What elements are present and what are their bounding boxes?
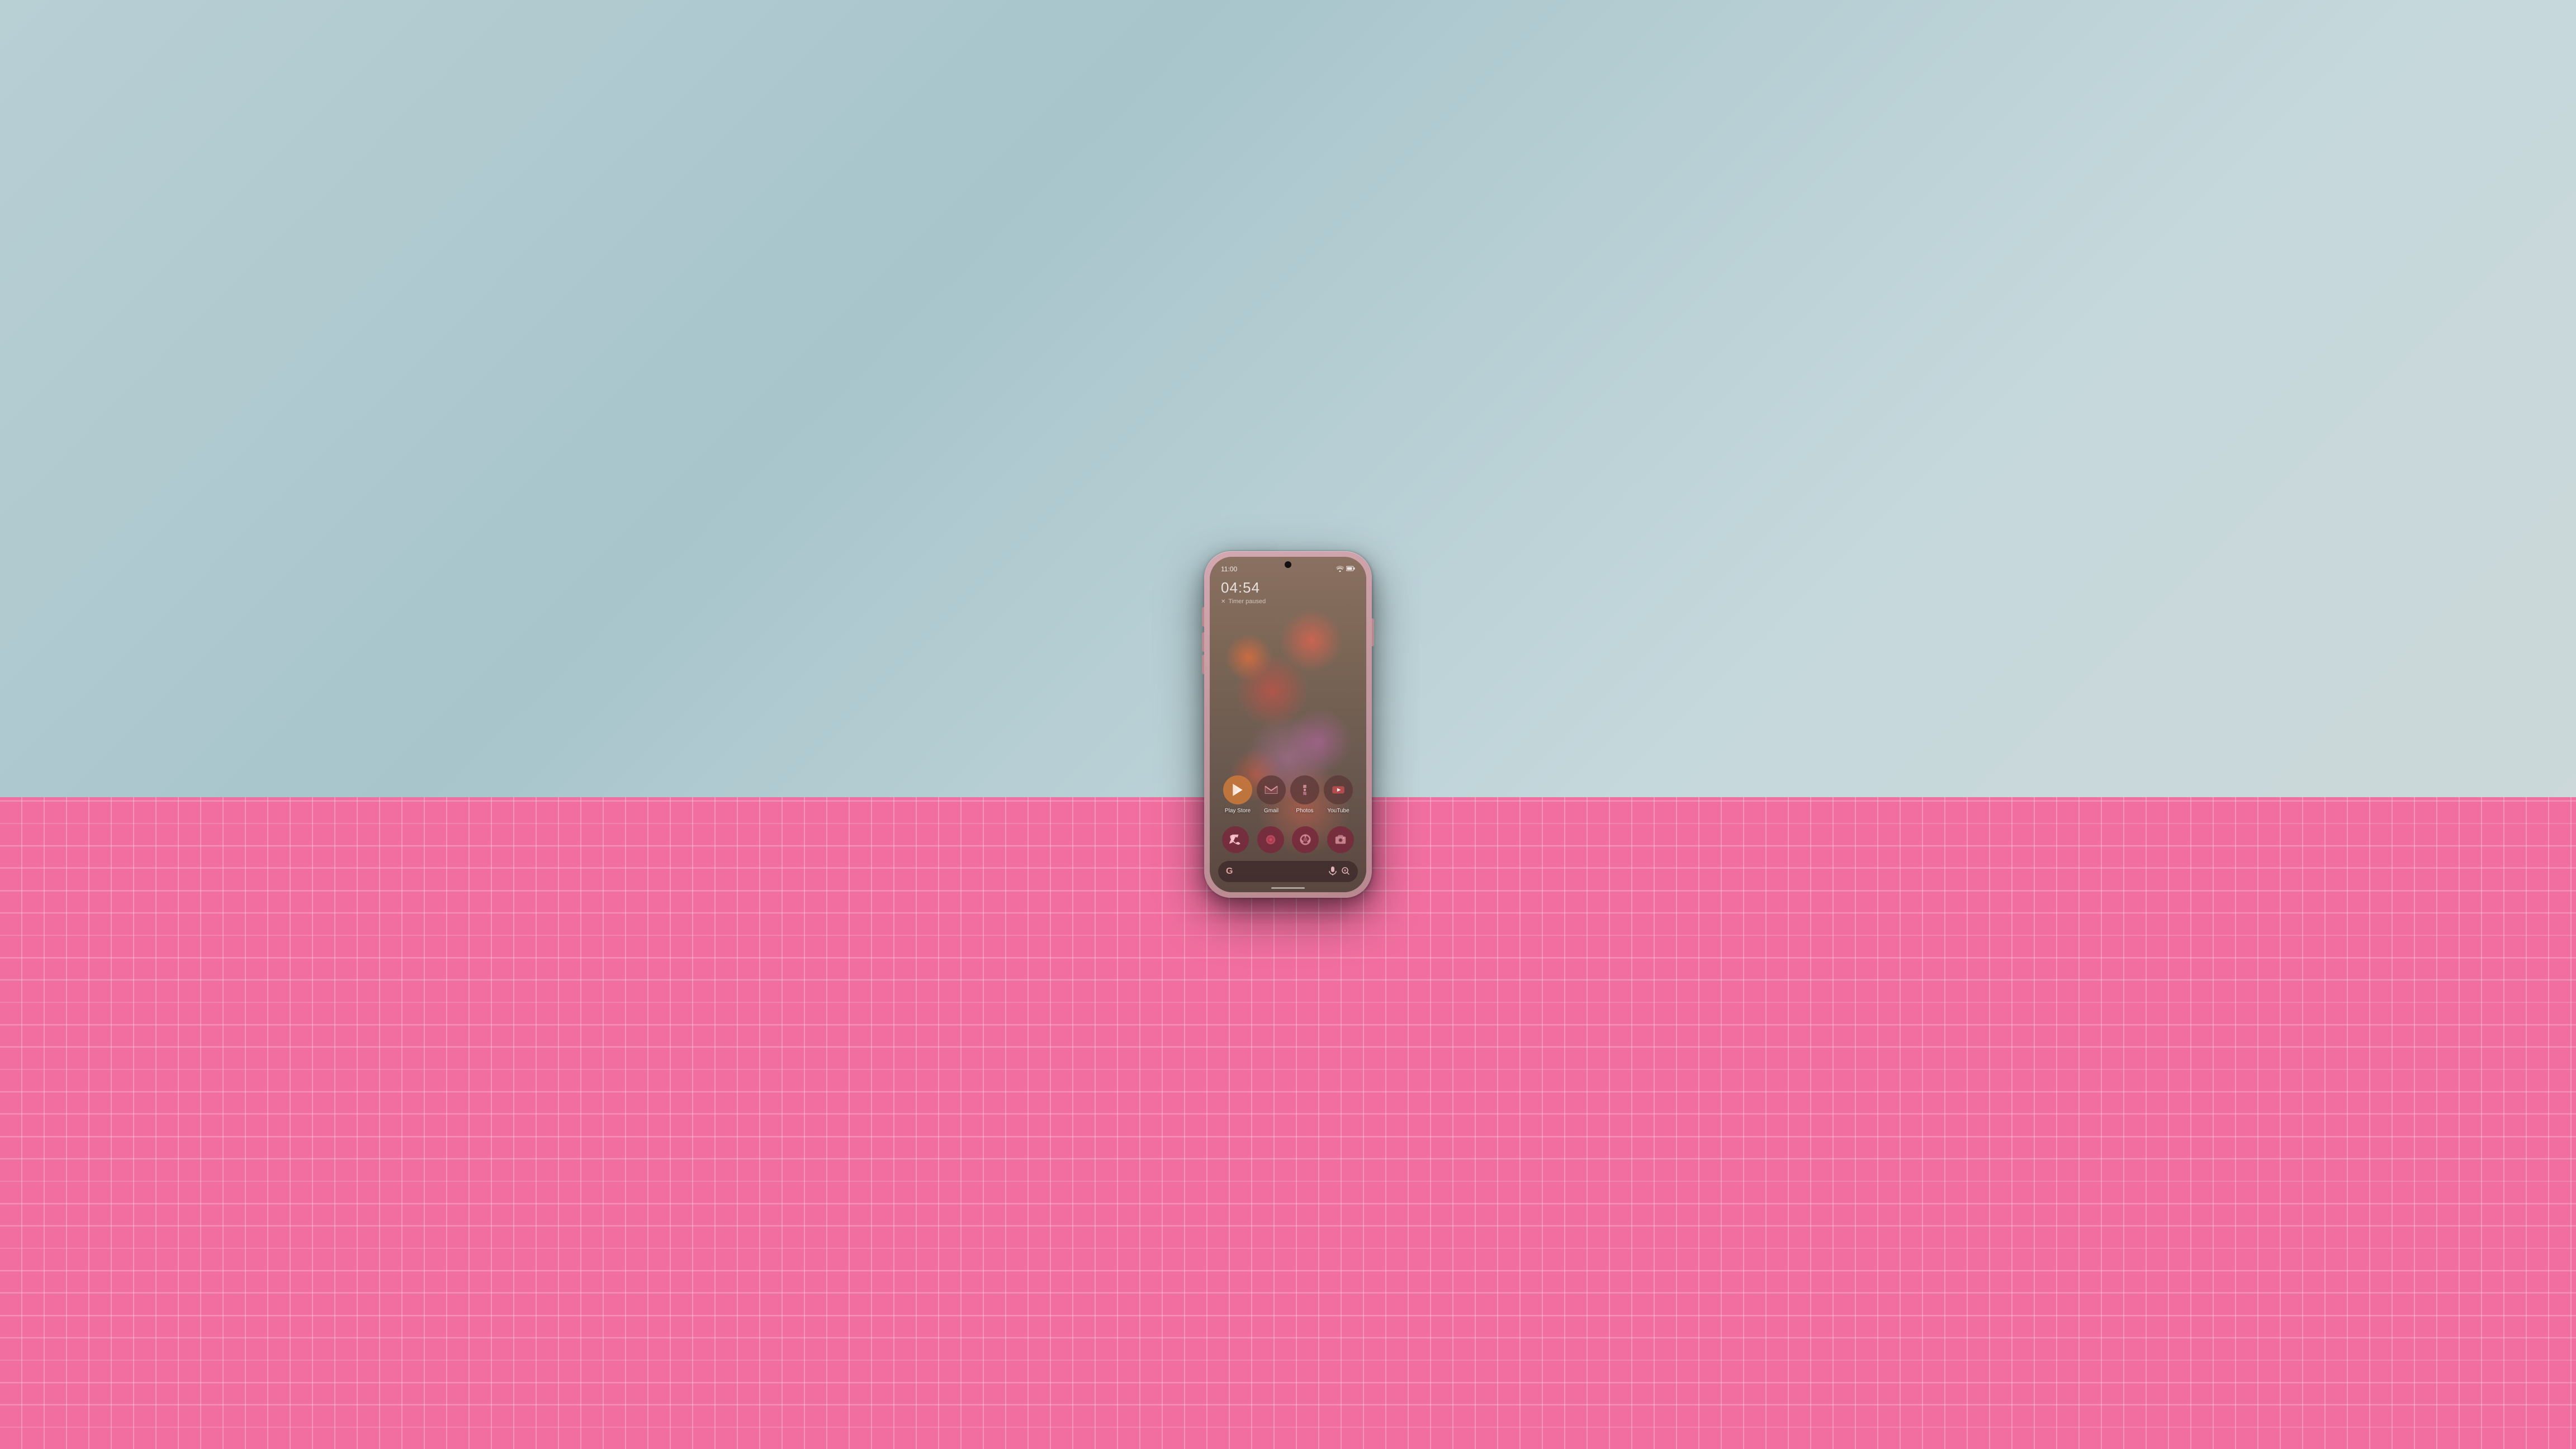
play-store-icon-circle[interactable] (1223, 775, 1252, 804)
google-g-logo: G (1226, 866, 1233, 877)
status-time: 11:00 (1221, 565, 1237, 573)
play-store-label: Play Store (1225, 808, 1251, 814)
wifi-icon (1336, 565, 1344, 574)
search-bar[interactable]: G (1218, 861, 1358, 882)
phone-wrapper: 11:00 (1204, 551, 1372, 898)
phone-screen: 11:00 (1210, 557, 1366, 892)
phone-body: 11:00 (1204, 551, 1372, 898)
timer-display: 04:54 (1221, 579, 1266, 596)
timer-paused: ✕ Timer paused (1221, 598, 1266, 605)
app-item-gmail[interactable]: Gmail (1257, 775, 1286, 814)
status-icons (1336, 565, 1355, 574)
app-grid: Play Store Gmail (1210, 775, 1366, 814)
gmail-label: Gmail (1264, 808, 1278, 814)
camera-cutout (1285, 561, 1291, 568)
timer-paused-label: Timer paused (1228, 598, 1266, 605)
dock-camera[interactable] (1327, 826, 1354, 853)
timer-paused-icon: ✕ (1221, 599, 1225, 605)
dock-chrome[interactable] (1292, 826, 1319, 853)
gmail-icon-circle[interactable] (1257, 775, 1286, 804)
dock-phone[interactable] (1222, 826, 1249, 853)
lens-icon[interactable] (1341, 866, 1350, 877)
app-item-youtube[interactable]: YouTube (1324, 775, 1353, 814)
mic-icon[interactable] (1329, 866, 1337, 877)
app-item-play-store[interactable]: Play Store (1223, 775, 1252, 814)
app-item-photos[interactable]: Photos (1290, 775, 1319, 814)
dock (1218, 826, 1358, 853)
photos-icon-circle[interactable] (1290, 775, 1319, 804)
notification-area: 04:54 ✕ Timer paused (1221, 579, 1266, 605)
photos-label: Photos (1296, 808, 1313, 814)
battery-icon (1346, 566, 1355, 573)
dock-messages[interactable] (1257, 826, 1284, 853)
youtube-icon-circle[interactable] (1324, 775, 1353, 804)
home-indicator[interactable] (1271, 887, 1305, 889)
youtube-label: YouTube (1327, 808, 1349, 814)
